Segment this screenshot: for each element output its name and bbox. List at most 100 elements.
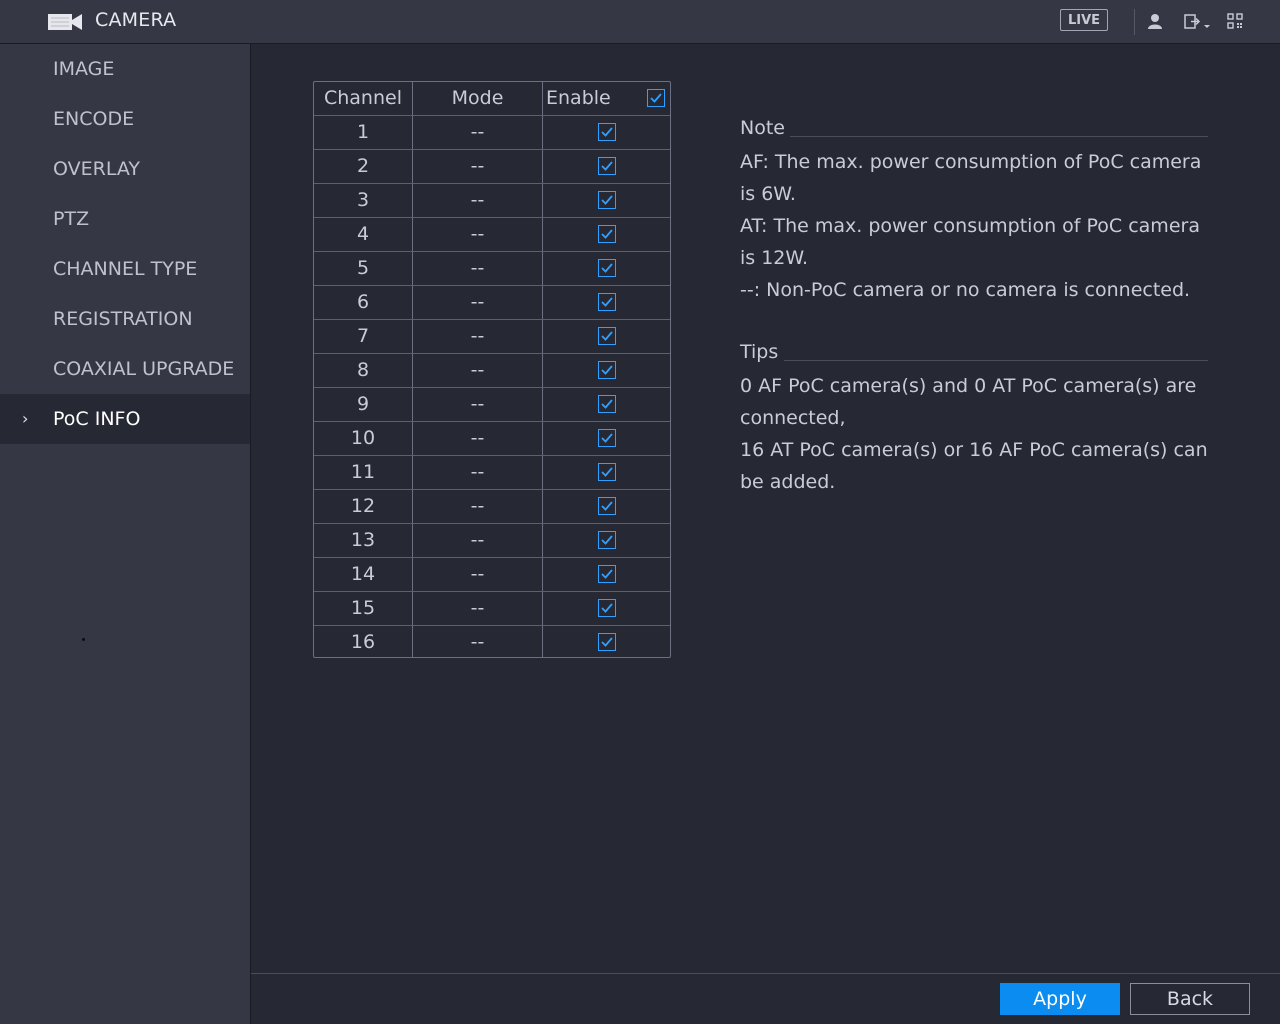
mode-cell: --	[470, 189, 485, 211]
enable-checkbox[interactable]	[598, 531, 616, 549]
sidebar-item-coaxial-upgrade[interactable]: COAXIAL UPGRADE	[0, 344, 250, 394]
sidebar-item-encode[interactable]: ENCODE	[0, 94, 250, 144]
column-header-mode[interactable]: Mode	[413, 82, 542, 115]
checkmark-icon	[601, 127, 613, 137]
qr-code-icon[interactable]	[1227, 13, 1243, 29]
mode-cell: --	[470, 631, 485, 653]
channel-cell: 6	[356, 291, 370, 313]
note-divider	[790, 136, 1208, 137]
table-row: 11 --	[314, 456, 670, 489]
enable-checkbox[interactable]	[598, 633, 616, 651]
enable-checkbox[interactable]	[598, 123, 616, 141]
enable-checkbox[interactable]	[598, 463, 616, 481]
enable-checkbox[interactable]	[598, 395, 616, 413]
table-row: 8 --	[314, 354, 670, 387]
sidebar-item-label: REGISTRATION	[53, 308, 193, 330]
live-button[interactable]: LIVE	[1060, 9, 1108, 31]
enable-checkbox[interactable]	[598, 327, 616, 345]
table-row: 5 --	[314, 252, 670, 285]
column-header-channel[interactable]: Channel	[314, 82, 412, 115]
column-header-enable[interactable]: Enable	[543, 82, 621, 115]
sidebar-item-label: PTZ	[53, 208, 90, 230]
enable-checkbox[interactable]	[598, 599, 616, 617]
sidebar-item-ptz[interactable]: PTZ	[0, 194, 250, 244]
channel-cell: 15	[350, 597, 376, 619]
enable-all-checkbox[interactable]	[647, 89, 665, 107]
note-text: AF: The max. power consumption of PoC ca…	[740, 146, 1210, 306]
sidebar-item-label: COAXIAL UPGRADE	[53, 358, 235, 380]
enable-checkbox[interactable]	[598, 429, 616, 447]
sidebar-item-overlay[interactable]: OVERLAY	[0, 144, 250, 194]
note-line: is 6W.	[740, 183, 796, 205]
sidebar-item-registration[interactable]: REGISTRATION	[0, 294, 250, 344]
checkmark-icon	[601, 467, 613, 477]
table-row: 7 --	[314, 320, 670, 353]
mode-cell: --	[470, 223, 485, 245]
channel-cell: 11	[350, 461, 376, 483]
checkmark-icon	[601, 229, 613, 239]
enable-checkbox[interactable]	[598, 361, 616, 379]
sidebar-item-poc-info[interactable]: › PoC INFO	[0, 394, 250, 444]
enable-checkbox[interactable]	[598, 293, 616, 311]
channel-cell: 7	[356, 325, 370, 347]
checkmark-icon	[650, 93, 662, 103]
user-icon[interactable]	[1147, 13, 1163, 29]
tips-line: connected,	[740, 407, 846, 429]
mode-cell: --	[470, 257, 485, 279]
checkmark-icon	[601, 535, 613, 545]
tips-line: be added.	[740, 471, 836, 493]
enable-checkbox[interactable]	[598, 259, 616, 277]
checkmark-icon	[601, 297, 613, 307]
tips-divider	[784, 360, 1208, 361]
note-line: AF: The max. power consumption of PoC ca…	[740, 151, 1202, 173]
checkmark-icon	[601, 637, 613, 647]
channel-cell: 2	[356, 155, 370, 177]
mode-cell: --	[470, 529, 485, 551]
sidebar-item-channel-type[interactable]: CHANNEL TYPE	[0, 244, 250, 294]
channel-cell: 3	[356, 189, 370, 211]
footer-divider	[251, 973, 1280, 974]
apply-button[interactable]: Apply	[1000, 983, 1120, 1015]
enable-checkbox[interactable]	[598, 497, 616, 515]
note-title: Note	[740, 117, 785, 139]
checkmark-icon	[601, 161, 613, 171]
sidebar-item-label: CHANNEL TYPE	[53, 258, 198, 280]
checkmark-icon	[601, 603, 613, 613]
table-row: 1 --	[314, 116, 670, 149]
table-row: 2 --	[314, 150, 670, 183]
camera-icon	[48, 14, 82, 30]
enable-checkbox[interactable]	[598, 225, 616, 243]
channel-cell: 1	[356, 121, 370, 143]
channel-cell: 16	[350, 631, 376, 653]
mode-cell: --	[470, 359, 485, 381]
mode-cell: --	[470, 291, 485, 313]
enable-checkbox[interactable]	[598, 191, 616, 209]
channel-cell: 5	[356, 257, 370, 279]
channel-cell: 9	[356, 393, 370, 415]
checkmark-icon	[601, 433, 613, 443]
tips-text: 0 AF PoC camera(s) and 0 AT PoC camera(s…	[740, 370, 1210, 498]
poc-table: Channel Mode Enable 1 -- 2 -- 3 -- 4 -- 5 -- 6 -- 7 -…	[313, 81, 671, 658]
channel-cell: 14	[350, 563, 376, 585]
enable-checkbox[interactable]	[598, 565, 616, 583]
table-row: 12 --	[314, 490, 670, 523]
mode-cell: --	[470, 495, 485, 517]
mode-cell: --	[470, 155, 485, 177]
cursor-dot	[82, 638, 85, 641]
table-row: 3 --	[314, 184, 670, 217]
checkmark-icon	[601, 195, 613, 205]
enable-checkbox[interactable]	[598, 157, 616, 175]
channel-cell: 10	[350, 427, 376, 449]
sidebar-item-label: PoC INFO	[53, 408, 141, 430]
channel-cell: 12	[350, 495, 376, 517]
table-row: 6 --	[314, 286, 670, 319]
sidebar-item-image[interactable]: IMAGE	[0, 44, 250, 94]
back-button[interactable]: Back	[1130, 983, 1250, 1015]
checkmark-icon	[601, 501, 613, 511]
table-row: 4 --	[314, 218, 670, 251]
logout-icon[interactable]	[1184, 13, 1214, 31]
table-row: 10 --	[314, 422, 670, 455]
chevron-right-icon: ›	[22, 409, 29, 428]
table-row: 13 --	[314, 524, 670, 557]
channel-cell: 4	[356, 223, 370, 245]
